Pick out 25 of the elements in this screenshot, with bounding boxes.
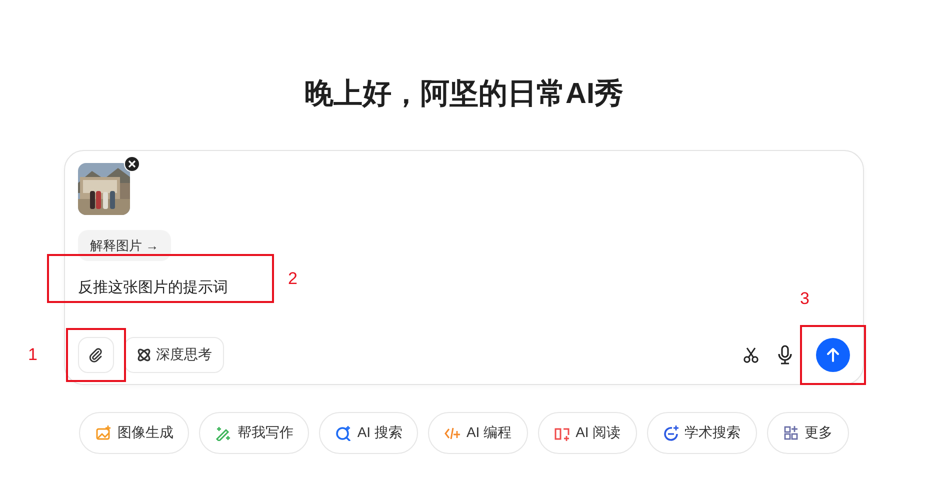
annotation-number: 1 — [28, 344, 38, 366]
remove-image-button[interactable] — [124, 156, 140, 172]
shortcut-chip[interactable]: AI 搜索 — [319, 412, 418, 454]
shortcut-chip[interactable]: 图像生成 — [79, 412, 190, 454]
annotation-frame — [800, 325, 866, 385]
suggestion-chip[interactable]: 解释图片 → — [78, 230, 171, 261]
annotation-number: 2 — [288, 268, 298, 290]
atom-icon — [136, 347, 152, 363]
shortcut-chip[interactable]: 更多 — [766, 412, 849, 454]
shortcut-chip[interactable]: AI 编程 — [428, 412, 528, 454]
send-button[interactable] — [816, 338, 850, 372]
greeting-title: 晚上好，阿坚的日常AI秀 — [304, 77, 624, 112]
deep-think-toggle[interactable]: 深度思考 — [124, 337, 224, 373]
shortcut-chip[interactable]: 帮我写作 — [199, 412, 310, 454]
shortcut-chip[interactable]: AI 阅读 — [538, 412, 637, 454]
annotation-number: 3 — [800, 288, 810, 310]
arrow-up-icon — [825, 347, 841, 363]
close-icon — [128, 160, 136, 168]
scissors-icon[interactable] — [742, 346, 760, 364]
prompt-text[interactable]: 反推这张图片的提示词 — [78, 278, 228, 298]
paperclip-icon — [88, 347, 104, 363]
shortcut-chip[interactable]: 学术搜索 — [646, 412, 757, 454]
attach-button[interactable] — [78, 337, 114, 373]
annotation-frame — [66, 328, 126, 382]
microphone-icon[interactable] — [776, 345, 794, 365]
